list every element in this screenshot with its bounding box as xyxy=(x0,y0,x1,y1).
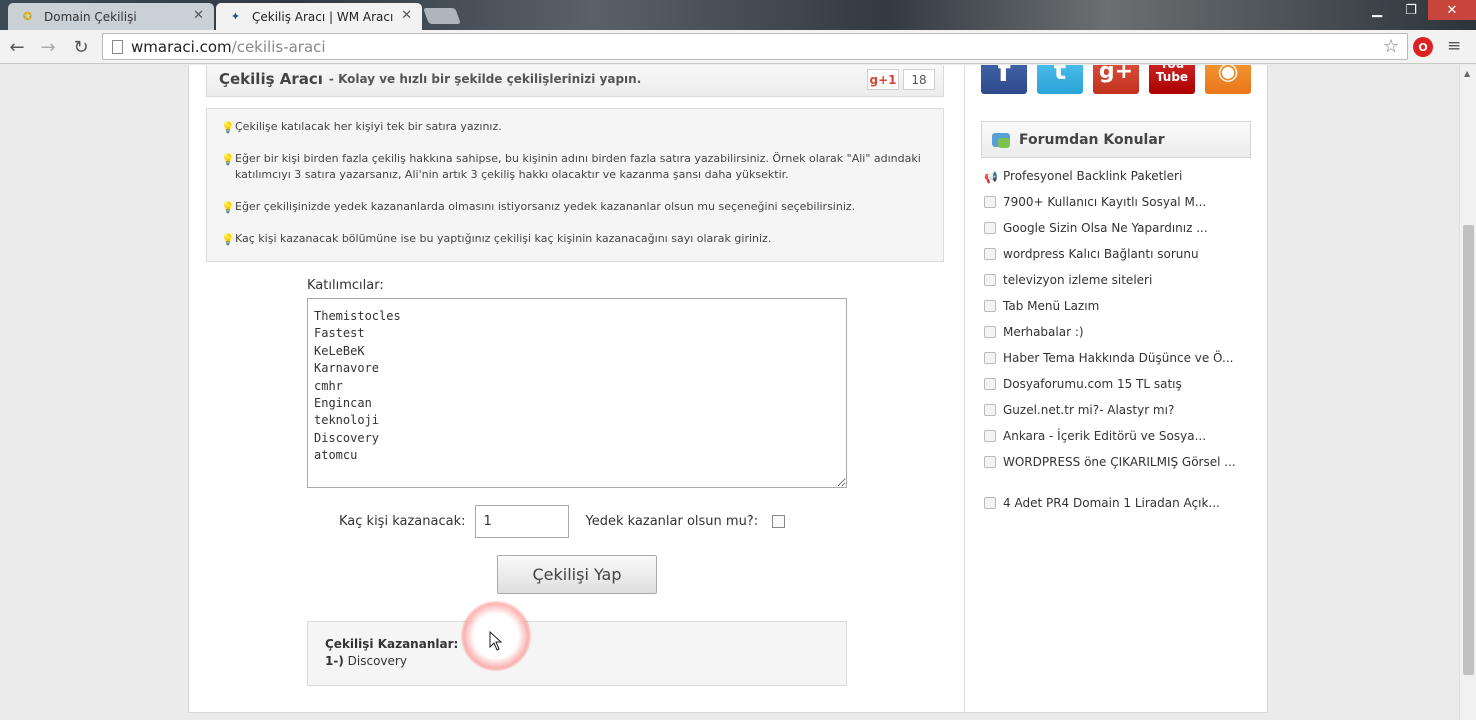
tip-item: 💡 Çekilişe katılacak her kişiyi tek bir s… xyxy=(221,120,502,134)
topic-icon xyxy=(984,430,996,442)
participants-label: Katılımcılar: xyxy=(307,278,384,293)
close-icon[interactable]: ✕ xyxy=(401,8,412,23)
megaphone-icon: 📢 xyxy=(984,171,998,184)
back-arrow-icon[interactable]: ← xyxy=(6,36,28,58)
twitter-icon[interactable]: t xyxy=(1037,65,1083,94)
tip-item: 💡 Kaç kişi kazanacak bölümüne ise bu yapt… xyxy=(221,232,772,246)
google-plus-icon[interactable]: g+ xyxy=(1093,65,1139,94)
star-favicon-icon: ✪ xyxy=(22,10,33,23)
topic-icon xyxy=(984,326,996,338)
winner-line: 1-) Discovery xyxy=(325,654,829,668)
chat-bubbles-icon xyxy=(992,132,1010,148)
forum-topic-link[interactable]: Tab Menü Lazım xyxy=(984,299,1254,325)
lightbulb-icon: 💡 xyxy=(221,121,235,134)
forum-topics-header: Forumdan Konular xyxy=(981,121,1251,158)
gplus-count: 18 xyxy=(903,69,935,90)
tool-header: Çekiliş Aracı - Kolay ve hızlı bir şekil… xyxy=(206,65,944,97)
backup-winners-label: Yedek kazanlar olsun mu?: xyxy=(585,514,759,529)
forum-topic-link[interactable]: 4 Adet PR4 Domain 1 Liradan Açık... xyxy=(984,496,1254,522)
forum-topics-title: Forumdan Konular xyxy=(1019,131,1165,148)
scroll-up-arrow-icon[interactable]: ▲ xyxy=(1464,69,1470,78)
forum-topic-link[interactable]: Haber Tema Hakkında Düşünce ve Ö... xyxy=(984,351,1254,377)
forum-topic-link[interactable]: televizyon izleme siteleri xyxy=(984,273,1254,299)
topic-icon xyxy=(984,222,996,234)
browser-toolbar: ← → ↻ wmaraci.com/cekilis-araci ☆ O ≡ xyxy=(0,30,1476,64)
page-container: Çekiliş Aracı - Kolay ve hızlı bir şekil… xyxy=(188,65,1268,714)
forward-arrow-icon[interactable]: → xyxy=(37,36,59,58)
topic-icon xyxy=(984,352,996,364)
forum-topic-link[interactable]: wordpress Kalıcı Bağlantı sorunu xyxy=(984,247,1254,273)
tab-title: Çekiliş Aracı | WM Aracı xyxy=(252,9,394,24)
extension-icon[interactable]: O xyxy=(1413,37,1433,57)
tab-cekilis-araci[interactable]: ✦ Çekiliş Aracı | WM Aracı ✕ xyxy=(216,3,422,30)
draw-button[interactable]: Çekilişi Yap xyxy=(497,555,657,594)
topic-icon xyxy=(984,248,996,260)
page-icon xyxy=(112,40,123,54)
lightbulb-icon: 💡 xyxy=(221,201,235,214)
winner-rank: 1-) xyxy=(325,654,344,668)
topic-icon xyxy=(984,196,996,208)
close-window-button[interactable]: ✕ xyxy=(1428,0,1476,20)
maximize-button[interactable]: ❐ xyxy=(1394,0,1428,20)
bookmark-star-icon[interactable]: ☆ xyxy=(1383,36,1399,57)
participants-textarea[interactable] xyxy=(307,298,847,488)
lightbulb-icon: 💡 xyxy=(221,233,235,246)
winners-count-label: Kaç kişi kazanacak: xyxy=(339,514,466,529)
close-icon[interactable]: ✕ xyxy=(193,8,204,23)
topic-icon xyxy=(984,497,996,509)
window-titlebar: ✪ Domain Çekilişi ✕ ✦ Çekiliş Aracı | WM… xyxy=(0,0,1476,30)
tab-domain-cekilisi[interactable]: ✪ Domain Çekilişi ✕ xyxy=(8,3,214,30)
forum-topic-link[interactable]: 7900+ Kullanıcı Kayıtlı Sosyal M... xyxy=(984,195,1254,221)
url-host: wmaraci.com xyxy=(131,37,232,56)
topic-icon xyxy=(984,378,996,390)
lightbulb-icon: 💡 xyxy=(221,153,235,166)
page-scrollbar[interactable]: ▲ xyxy=(1459,65,1476,720)
reload-icon[interactable]: ↻ xyxy=(70,36,92,58)
forum-topic-link[interactable]: Guzel.net.tr mi?- Alastyr mı? xyxy=(984,403,1254,429)
backup-winners-checkbox[interactable] xyxy=(772,515,786,528)
menu-icon[interactable]: ≡ xyxy=(1447,36,1461,56)
topic-icon xyxy=(984,404,996,416)
forum-topic-link[interactable]: Google Sizin Olsa Ne Yapardınız ... xyxy=(984,221,1254,247)
page-viewport: Çekiliş Aracı - Kolay ve hızlı bir şekil… xyxy=(0,65,1476,720)
minimize-button[interactable]: ▁ xyxy=(1360,0,1394,20)
facebook-icon[interactable]: f xyxy=(981,65,1027,94)
url-path: /cekilis-araci xyxy=(231,37,326,56)
page-subtitle: - Kolay ve hızlı bir şekilde çekilişleri… xyxy=(328,71,642,86)
new-tab-button[interactable] xyxy=(423,8,461,24)
winner-name: Discovery xyxy=(347,654,407,668)
window-controls: ▁ ❐ ✕ xyxy=(1360,0,1476,22)
forum-topic-link[interactable]: 📢 Profesyonel Backlink Paketleri xyxy=(984,169,1254,195)
result-title: Çekilişi Kazananlar: xyxy=(325,637,459,651)
page-title: Çekiliş Aracı xyxy=(219,69,323,88)
address-bar[interactable]: wmaraci.com/cekilis-araci ☆ xyxy=(102,33,1408,60)
tab-title: Domain Çekilişi xyxy=(44,9,137,24)
forum-topic-link[interactable]: WORDPRESS öne ÇIKARILMIŞ Görsel ... xyxy=(984,455,1254,496)
instructions-box: 💡 Çekilişe katılacak her kişiyi tek bir s… xyxy=(206,108,944,262)
rss-icon[interactable]: ◉ xyxy=(1205,65,1251,94)
tip-item: 💡 Eğer bir kişi birden fazla çekiliş hakk… xyxy=(221,152,921,181)
mouse-cursor-icon xyxy=(489,631,503,651)
topic-icon xyxy=(984,456,996,468)
forum-topic-link[interactable]: Dosyaforumu.com 15 TL satış xyxy=(984,377,1254,403)
topic-icon xyxy=(984,300,996,312)
forum-topic-link[interactable]: Ankara - İçerik Editörü ve Sosya... xyxy=(984,429,1254,455)
forum-topic-link[interactable]: Merhabalar :) xyxy=(984,325,1254,351)
winners-count-input[interactable] xyxy=(475,505,570,538)
scrollbar-thumb[interactable] xyxy=(1463,225,1474,675)
topic-icon xyxy=(984,274,996,286)
result-box: Çekilişi Kazananlar: 1-) Discovery xyxy=(307,621,847,686)
column-divider xyxy=(964,65,965,714)
forum-topic-list: 📢 Profesyonel Backlink Paketleri 7900+ Ku… xyxy=(984,169,1254,522)
winners-row: Kaç kişi kazanacak: Yedek kazanlar olsun… xyxy=(339,505,786,538)
gplus-button[interactable]: g+1 xyxy=(867,69,899,90)
wm-favicon-icon: ✦ xyxy=(230,10,241,23)
youtube-icon[interactable]: You Tube xyxy=(1149,65,1195,94)
tip-item: 💡 Eğer çekilişinizde yedek kazananlarda o… xyxy=(221,200,856,214)
